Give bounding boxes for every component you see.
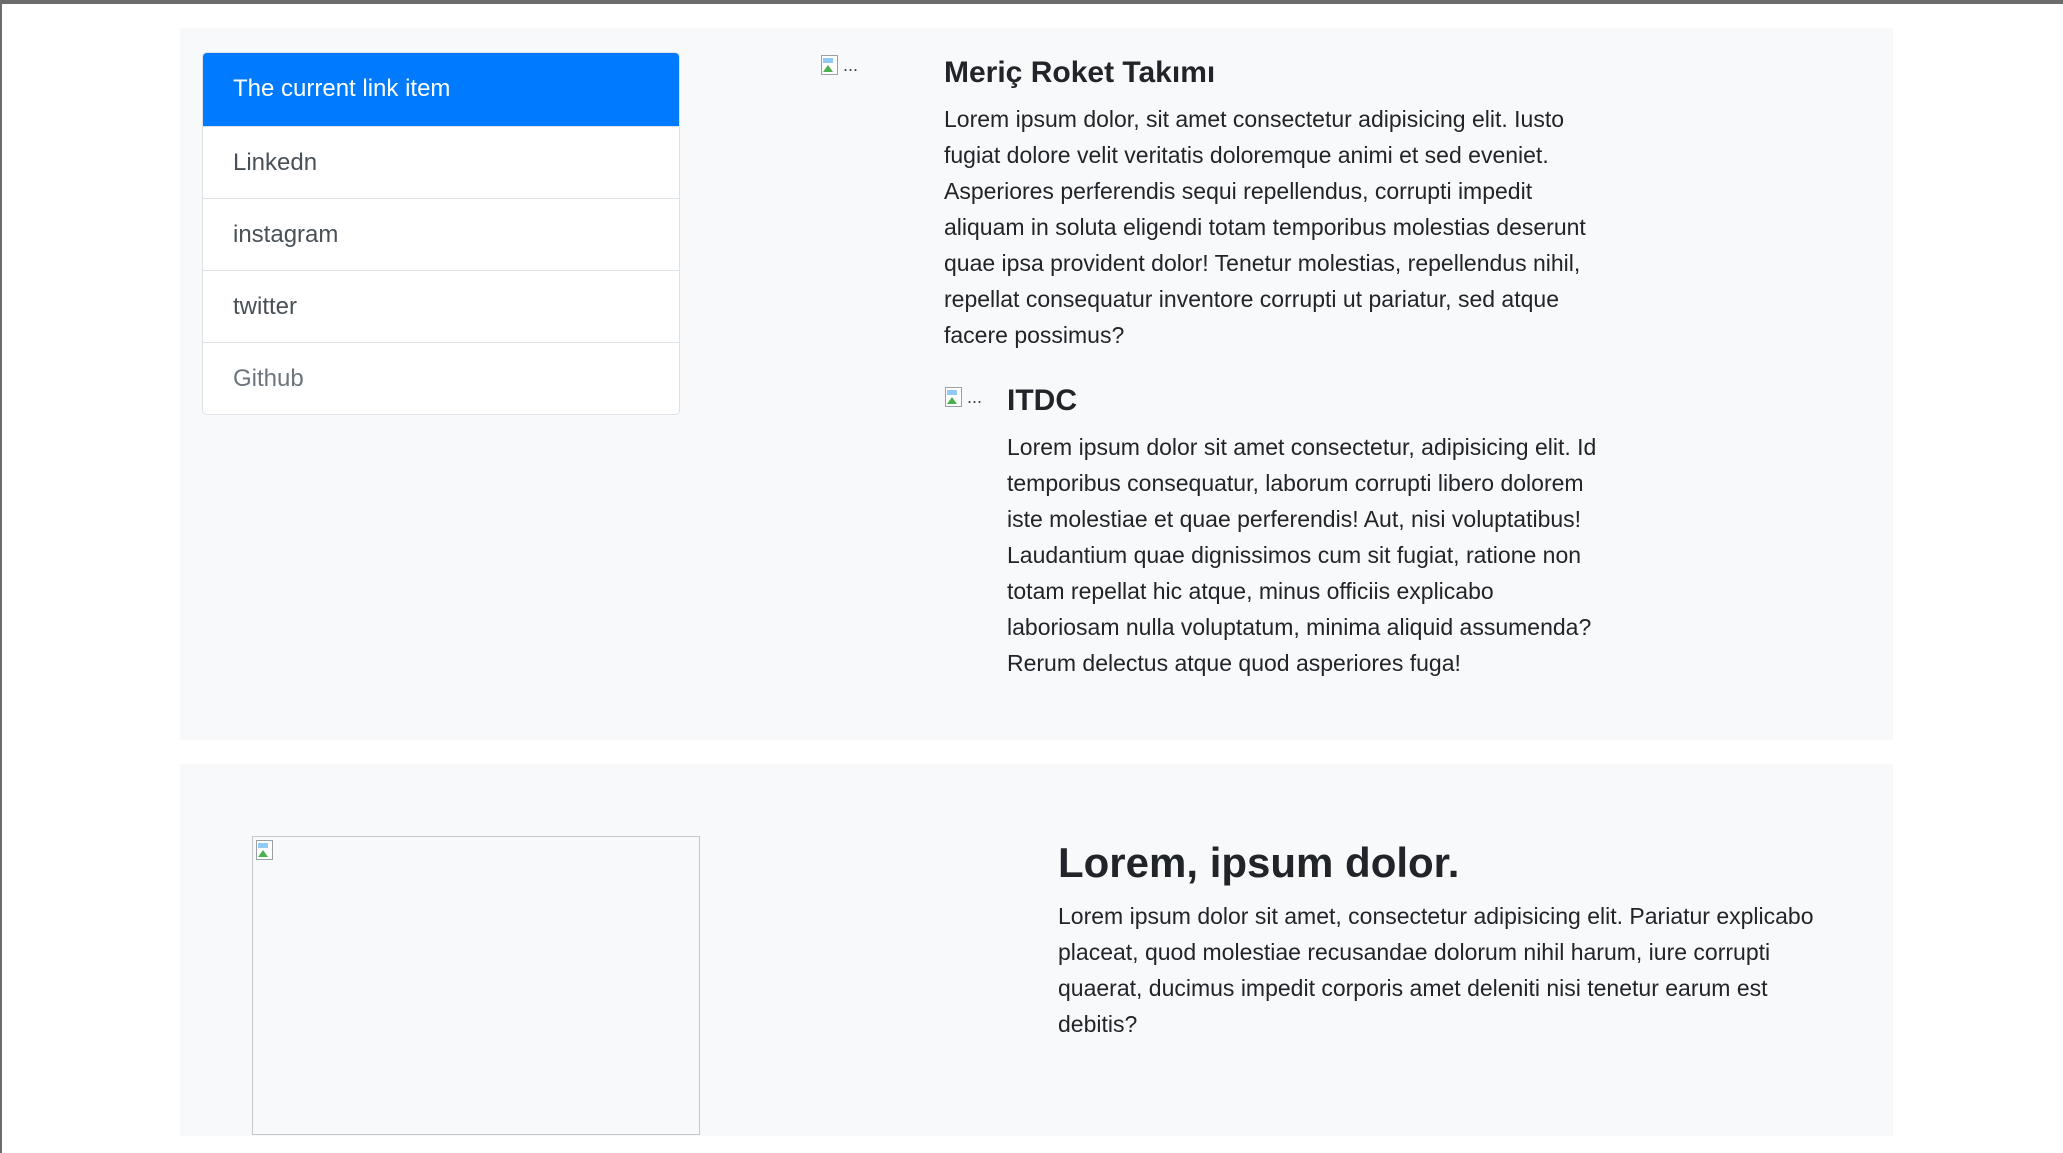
broken-image-icon	[255, 839, 277, 861]
broken-image-icon	[820, 54, 842, 76]
nested-media-body: ITDC Lorem ipsum dolor sit amet consecte…	[1007, 380, 1607, 681]
nested-media-image-alt: ...	[967, 387, 983, 407]
link-list: The current link item Linkedn instagram …	[202, 52, 680, 415]
media-text: Lorem ipsum dolor, sit amet consectetur …	[944, 106, 1586, 348]
feature-image	[252, 836, 700, 1135]
list-item-github: Github	[203, 342, 679, 414]
nested-media-image: ...	[944, 386, 982, 408]
feature-text: Lorem ipsum dolor sit amet, consectetur …	[1058, 903, 1814, 1037]
list-item-instagram[interactable]: instagram	[203, 198, 679, 270]
media-section: The current link item Linkedn instagram …	[180, 28, 1893, 740]
list-item-linkedin[interactable]: Linkedn	[203, 126, 679, 198]
nested-media-title: ITDC	[1007, 384, 1077, 417]
media-image-alt: ...	[843, 55, 859, 75]
nested-media-text: Lorem ipsum dolor sit amet consectetur, …	[1007, 434, 1597, 676]
feature-body: Lorem, ipsum dolor. Lorem ipsum dolor si…	[1058, 836, 1818, 1042]
media-image: ...	[820, 54, 858, 76]
list-item-twitter[interactable]: twitter	[203, 270, 679, 342]
media-title: Meriç Roket Takımı	[944, 56, 1216, 89]
feature-section: Lorem, ipsum dolor. Lorem ipsum dolor si…	[180, 764, 1893, 1136]
feature-title: Lorem, ipsum dolor.	[1058, 839, 1460, 886]
broken-image-icon	[944, 386, 966, 408]
media-body: Meriç Roket Takımı Lorem ipsum dolor, si…	[944, 52, 1614, 353]
list-item-current[interactable]: The current link item	[203, 53, 679, 126]
